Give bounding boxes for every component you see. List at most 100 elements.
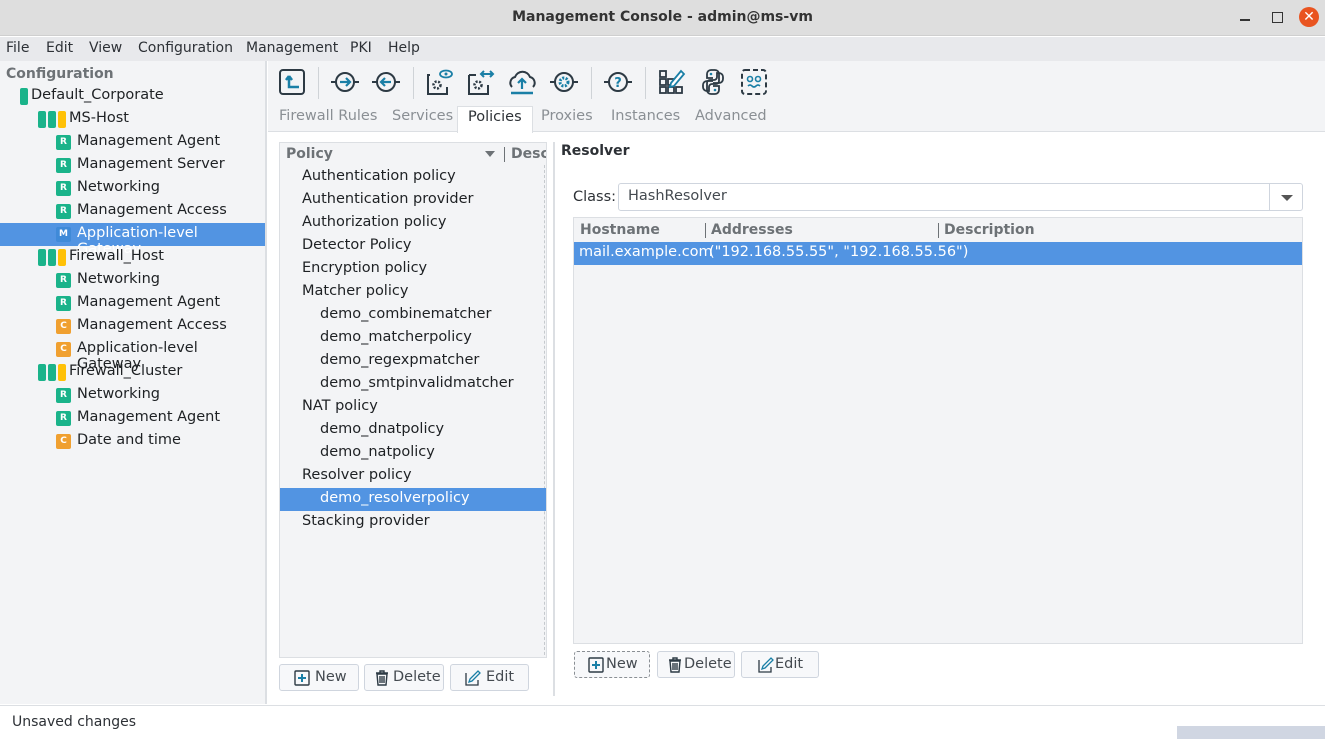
compare-config-icon[interactable] — [466, 67, 496, 97]
component-status-badge: R — [56, 135, 71, 150]
policy-list-item[interactable]: Stacking provider — [280, 511, 546, 534]
plus-icon — [588, 657, 604, 673]
connect-in-icon[interactable] — [330, 67, 360, 97]
trash-icon — [669, 657, 681, 673]
tree-item-label: MS-Host — [69, 110, 129, 126]
policy-list-item[interactable]: demo_natpolicy — [280, 442, 546, 465]
minimize-button[interactable] — [1237, 8, 1257, 28]
tree-item[interactable]: Firewall_Host — [0, 246, 265, 269]
column-separator[interactable] — [938, 223, 939, 238]
plus-icon — [294, 670, 310, 686]
policy-list-item[interactable]: Detector Policy — [280, 235, 546, 258]
policy-list-item[interactable]: Authentication policy — [280, 166, 546, 189]
tree-item[interactable]: R Management Server — [0, 154, 265, 177]
help-icon[interactable]: ? — [603, 67, 633, 97]
toolbar-separator — [318, 67, 319, 99]
tab-services[interactable]: Services — [392, 108, 453, 124]
tree-item[interactable]: R Management Agent — [0, 292, 265, 315]
policy-item-label: NAT policy — [302, 398, 378, 414]
tree-item[interactable]: Firewall_Cluster — [0, 361, 265, 384]
tree-item[interactable]: R Networking — [0, 269, 265, 292]
policy-list-item[interactable]: demo_smtpinvalidmatcher — [280, 373, 546, 396]
policy-list-item[interactable]: demo_matcherpolicy — [280, 327, 546, 350]
component-status-badge: R — [56, 388, 71, 403]
tab-advanced[interactable]: Advanced — [695, 108, 767, 124]
class-select[interactable]: HashResolver — [618, 183, 1303, 211]
chevron-down-icon[interactable] — [1269, 184, 1302, 210]
tree-item[interactable]: R Management Access — [0, 200, 265, 223]
tree-item[interactable]: C Management Access — [0, 315, 265, 338]
policy-edit-button[interactable]: Edit — [450, 664, 529, 691]
column-separator[interactable] — [705, 223, 706, 238]
policy-list-item[interactable]: Authentication provider — [280, 189, 546, 212]
policy-list-item[interactable]: Encryption policy — [280, 258, 546, 281]
policy-list-item[interactable]: demo_resolverpolicy — [280, 488, 546, 511]
sort-descending-icon[interactable] — [485, 151, 495, 157]
tree-item-label: Firewall_Cluster — [69, 363, 183, 379]
menu-file[interactable]: File — [6, 40, 29, 56]
policy-list-item[interactable]: demo_dnatpolicy — [280, 419, 546, 442]
cloud-upload-icon[interactable] — [507, 67, 537, 97]
policy-list-item[interactable]: NAT policy — [280, 396, 546, 419]
menu-view[interactable]: View — [89, 40, 122, 56]
tree-item[interactable]: C Application-level Gateway — [0, 338, 265, 372]
policy-tree[interactable]: Policy Description Authentication policy… — [279, 142, 547, 658]
close-button[interactable]: ✕ — [1299, 7, 1319, 27]
tree-item-label: Management Access — [77, 202, 227, 218]
policy-list-item[interactable]: Authorization policy — [280, 212, 546, 235]
component-status-badge: C — [56, 342, 71, 357]
tree-item[interactable]: R Management Agent — [0, 407, 265, 430]
tree-item[interactable]: R Networking — [0, 177, 265, 200]
tree-item[interactable]: MS-Host — [0, 108, 265, 131]
tab-bar: Firewall Rules Services Policies Proxies… — [268, 104, 1325, 133]
policy-delete-button[interactable]: Delete — [364, 664, 444, 691]
upload-config-icon[interactable] — [278, 67, 308, 97]
policy-list-item[interactable]: Resolver policy — [280, 465, 546, 488]
column-header-addresses[interactable]: Addresses — [711, 222, 793, 238]
resolver-edit-button[interactable]: Edit — [741, 651, 819, 678]
policy-list-item[interactable]: demo_combinematcher — [280, 304, 546, 327]
tree-item[interactable]: C Date and time — [0, 430, 265, 453]
menu-help[interactable]: Help — [388, 40, 420, 56]
tree-item[interactable]: R Networking — [0, 384, 265, 407]
tree-item-label: Networking — [77, 271, 160, 287]
menu-configuration[interactable]: Configuration — [138, 40, 233, 56]
resize-grip[interactable] — [1177, 726, 1325, 739]
tab-policies[interactable]: Policies — [457, 106, 533, 133]
tab-proxies[interactable]: Proxies — [541, 108, 593, 124]
policy-item-label: Matcher policy — [302, 283, 409, 299]
menu-management[interactable]: Management — [246, 40, 338, 56]
policy-item-label: demo_matcherpolicy — [320, 329, 472, 345]
column-header-description[interactable]: Description — [944, 222, 1035, 238]
service-control-icon[interactable] — [549, 67, 579, 97]
policy-new-button[interactable]: New — [279, 664, 359, 691]
column-separator[interactable] — [504, 147, 505, 162]
table-row[interactable]: mail.example.com ("192.168.55.55", "192.… — [574, 242, 1302, 265]
maximize-button[interactable] — [1269, 8, 1289, 28]
python-icon[interactable] — [698, 67, 728, 97]
edit-grid-icon[interactable] — [657, 67, 687, 97]
connect-out-icon[interactable] — [371, 67, 401, 97]
tab-instances[interactable]: Instances — [611, 108, 680, 124]
column-header-policy[interactable]: Policy — [286, 146, 333, 162]
tab-firewall-rules[interactable]: Firewall Rules — [279, 108, 377, 124]
column-header-description[interactable]: Description — [511, 146, 546, 162]
resolver-table[interactable]: Hostname Addresses Description mail.exam… — [573, 217, 1303, 644]
resolver-new-button[interactable]: New — [574, 651, 650, 678]
splitter-handle[interactable] — [553, 142, 555, 696]
toolbar: ? — [268, 61, 1325, 104]
console-icon[interactable] — [739, 67, 769, 97]
resolver-delete-button[interactable]: Delete — [657, 651, 735, 678]
policy-item-label: demo_combinematcher — [320, 306, 492, 322]
menu-edit[interactable]: Edit — [46, 40, 73, 56]
resolver-section-title: Resolver — [561, 143, 630, 159]
column-header-hostname[interactable]: Hostname — [580, 222, 660, 238]
tree-item[interactable]: Default_Corporate — [0, 85, 265, 108]
tree-item[interactable]: M Application-level Gateway — [0, 223, 265, 257]
tree-item[interactable]: R Management Agent — [0, 131, 265, 154]
policy-list-item[interactable]: demo_regexpmatcher — [280, 350, 546, 373]
policy-list-item[interactable]: Matcher policy — [280, 281, 546, 304]
policy-item-label: demo_regexpmatcher — [320, 352, 480, 368]
view-config-icon[interactable] — [425, 67, 455, 97]
menu-pki[interactable]: PKI — [350, 40, 372, 56]
